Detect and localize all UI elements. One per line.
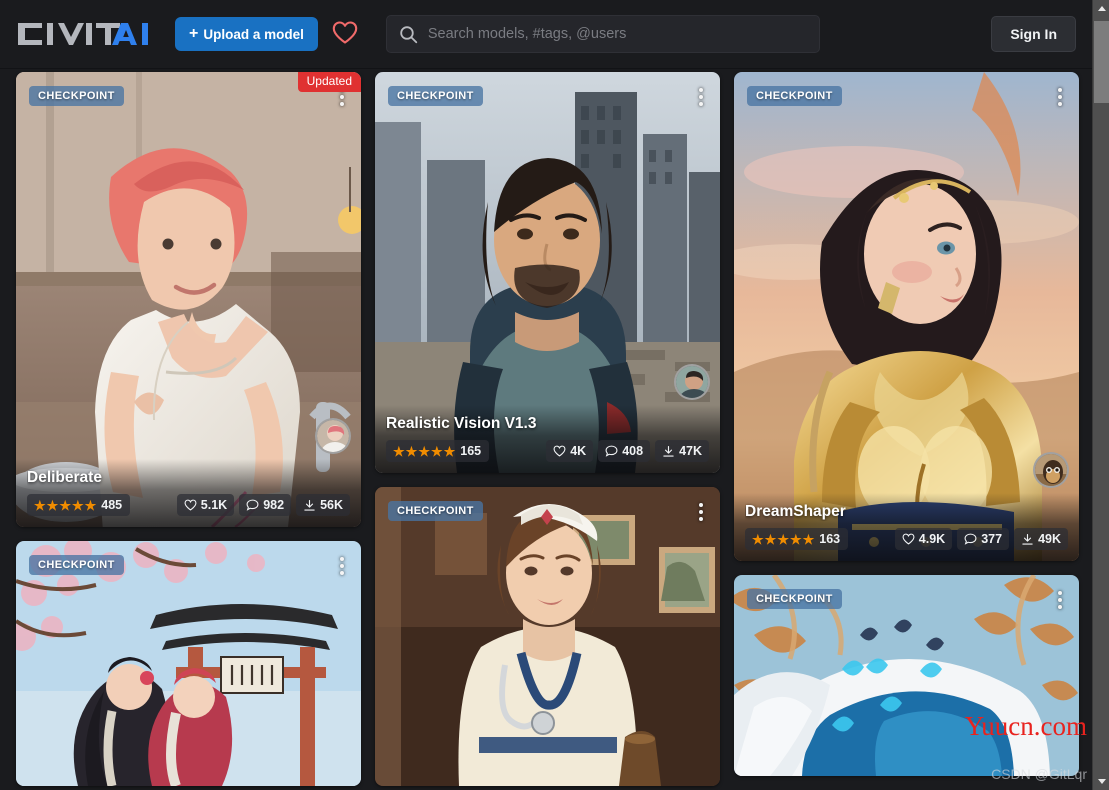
comments-pill: 408 xyxy=(598,440,651,462)
downloads-pill: 47K xyxy=(655,440,709,462)
rating-count: 163 xyxy=(819,532,841,546)
creator-avatar[interactable] xyxy=(674,364,710,400)
model-preview-image-dreamshaper xyxy=(734,72,1079,561)
search-input[interactable] xyxy=(427,16,819,52)
model-card-nurse-portrait[interactable]: CHECKPOINT xyxy=(375,487,720,786)
model-title: Deliberate xyxy=(27,469,102,486)
badge-checkpoint: CHECKPOINT xyxy=(388,501,483,521)
comment-icon xyxy=(605,445,618,457)
model-stats: ★ ★ ★ ★ ★ 165 4K 408 47K xyxy=(386,440,709,462)
badge-updated: Updated xyxy=(297,72,361,92)
civitai-logo[interactable] xyxy=(16,19,157,49)
card-menu-button[interactable] xyxy=(1051,86,1069,108)
card-menu-button[interactable] xyxy=(692,501,710,523)
model-card-blue-butterfly[interactable]: CHECKPOINT xyxy=(734,575,1079,776)
star-rating: ★ ★ ★ ★ ★ xyxy=(752,531,815,547)
rating-count: 165 xyxy=(460,444,482,458)
grid-column-2: CHECKPOINT Realistic Vision V1.3 ★ ★ ★ ★… xyxy=(375,72,720,786)
comment-icon xyxy=(964,533,977,545)
model-title: Realistic Vision V1.3 xyxy=(386,415,537,432)
card-footer: DreamShaper ★ ★ ★ ★ ★ 163 4.9K 377 49K xyxy=(734,493,1079,561)
heart-icon xyxy=(553,445,566,457)
rating-pill: ★ ★ ★ ★ ★ 165 xyxy=(386,440,490,462)
plus-icon: + xyxy=(189,25,199,42)
likes-pill: 4.9K xyxy=(894,528,953,550)
creator-avatar[interactable] xyxy=(315,418,351,454)
card-menu-button[interactable] xyxy=(692,86,710,108)
scroll-up-button[interactable] xyxy=(1093,0,1109,17)
badge-checkpoint: CHECKPOINT xyxy=(29,555,124,575)
card-footer: Deliberate ★ ★ ★ ★ ★ 485 5.1K 982 56K xyxy=(16,459,361,527)
comments-pill: 377 xyxy=(957,528,1010,550)
downloads-pill: 56K xyxy=(296,494,350,516)
badge-checkpoint: CHECKPOINT xyxy=(747,589,842,609)
likes-pill: 5.1K xyxy=(176,494,235,516)
site-header: + Upload a model Sign In xyxy=(0,0,1092,69)
badge-checkpoint: CHECKPOINT xyxy=(388,86,483,106)
likes-pill: 4K xyxy=(546,440,594,462)
model-stats: ★ ★ ★ ★ ★ 163 4.9K 377 49K xyxy=(745,528,1068,550)
grid-column-1: CHECKPOINT Updated Deliberate ★ ★ ★ ★ ★ … xyxy=(16,72,361,786)
comments-pill: 982 xyxy=(239,494,292,516)
comments-count: 377 xyxy=(981,532,1003,546)
model-stats: ★ ★ ★ ★ ★ 485 5.1K 982 56K xyxy=(27,494,350,516)
download-icon xyxy=(1022,533,1033,545)
download-icon xyxy=(304,499,315,511)
likes-count: 4K xyxy=(570,444,587,458)
likes-count: 4.9K xyxy=(918,532,946,546)
comments-count: 982 xyxy=(263,498,285,512)
upload-model-label: Upload a model xyxy=(203,26,304,42)
likes-count: 5.1K xyxy=(200,498,228,512)
downloads-count: 49K xyxy=(1038,532,1061,546)
star-rating: ★ ★ ★ ★ ★ xyxy=(393,443,456,459)
comments-count: 408 xyxy=(622,444,644,458)
star-rating: ★ ★ ★ ★ ★ xyxy=(34,497,97,513)
card-footer: Realistic Vision V1.3 ★ ★ ★ ★ ★ 165 4K 4… xyxy=(375,405,720,473)
creator-avatar[interactable] xyxy=(1033,452,1069,488)
model-card-grid: CHECKPOINT Updated Deliberate ★ ★ ★ ★ ★ … xyxy=(0,69,1092,790)
model-card-dreamshaper[interactable]: CHECKPOINT DreamShaper ★ ★ ★ ★ ★ 163 4.9… xyxy=(734,72,1079,561)
search-bar[interactable] xyxy=(385,15,820,53)
heart-icon xyxy=(902,533,915,545)
chevron-up-icon xyxy=(1097,6,1106,11)
model-title: DreamShaper xyxy=(745,503,846,520)
heart-icon xyxy=(184,499,197,511)
scroll-down-button[interactable] xyxy=(1093,773,1109,790)
civitai-model-browser: + Upload a model Sign In xyxy=(0,0,1109,790)
sign-in-button[interactable]: Sign In xyxy=(991,16,1076,52)
model-preview-image-nurse xyxy=(375,487,720,786)
card-menu-button[interactable] xyxy=(333,555,351,577)
model-card-japanese-shrine[interactable]: CHECKPOINT xyxy=(16,541,361,786)
model-card-realistic-vision-v13[interactable]: CHECKPOINT Realistic Vision V1.3 ★ ★ ★ ★… xyxy=(375,72,720,473)
chevron-down-icon xyxy=(1097,779,1106,784)
model-card-deliberate[interactable]: CHECKPOINT Updated Deliberate ★ ★ ★ ★ ★ … xyxy=(16,72,361,527)
downloads-count: 47K xyxy=(679,444,702,458)
downloads-pill: 49K xyxy=(1014,528,1068,550)
badge-checkpoint: CHECKPOINT xyxy=(747,86,842,106)
card-menu-button[interactable] xyxy=(1051,589,1069,611)
badge-checkpoint: CHECKPOINT xyxy=(29,86,124,106)
rating-pill: ★ ★ ★ ★ ★ 163 xyxy=(745,528,849,550)
downloads-count: 56K xyxy=(320,498,343,512)
download-icon xyxy=(663,445,674,457)
grid-column-3: CHECKPOINT DreamShaper ★ ★ ★ ★ ★ 163 4.9… xyxy=(734,72,1079,776)
page-scrollbar[interactable] xyxy=(1092,0,1109,790)
scrollbar-thumb[interactable] xyxy=(1094,21,1109,103)
search-icon xyxy=(399,25,418,44)
favorites-button[interactable] xyxy=(326,17,364,51)
upload-model-button[interactable]: + Upload a model xyxy=(175,17,318,51)
rating-count: 485 xyxy=(101,498,123,512)
heart-icon xyxy=(332,21,358,47)
model-preview-image-japanese-shrine xyxy=(16,541,361,786)
rating-pill: ★ ★ ★ ★ ★ 485 xyxy=(27,494,131,516)
comment-icon xyxy=(246,499,259,511)
